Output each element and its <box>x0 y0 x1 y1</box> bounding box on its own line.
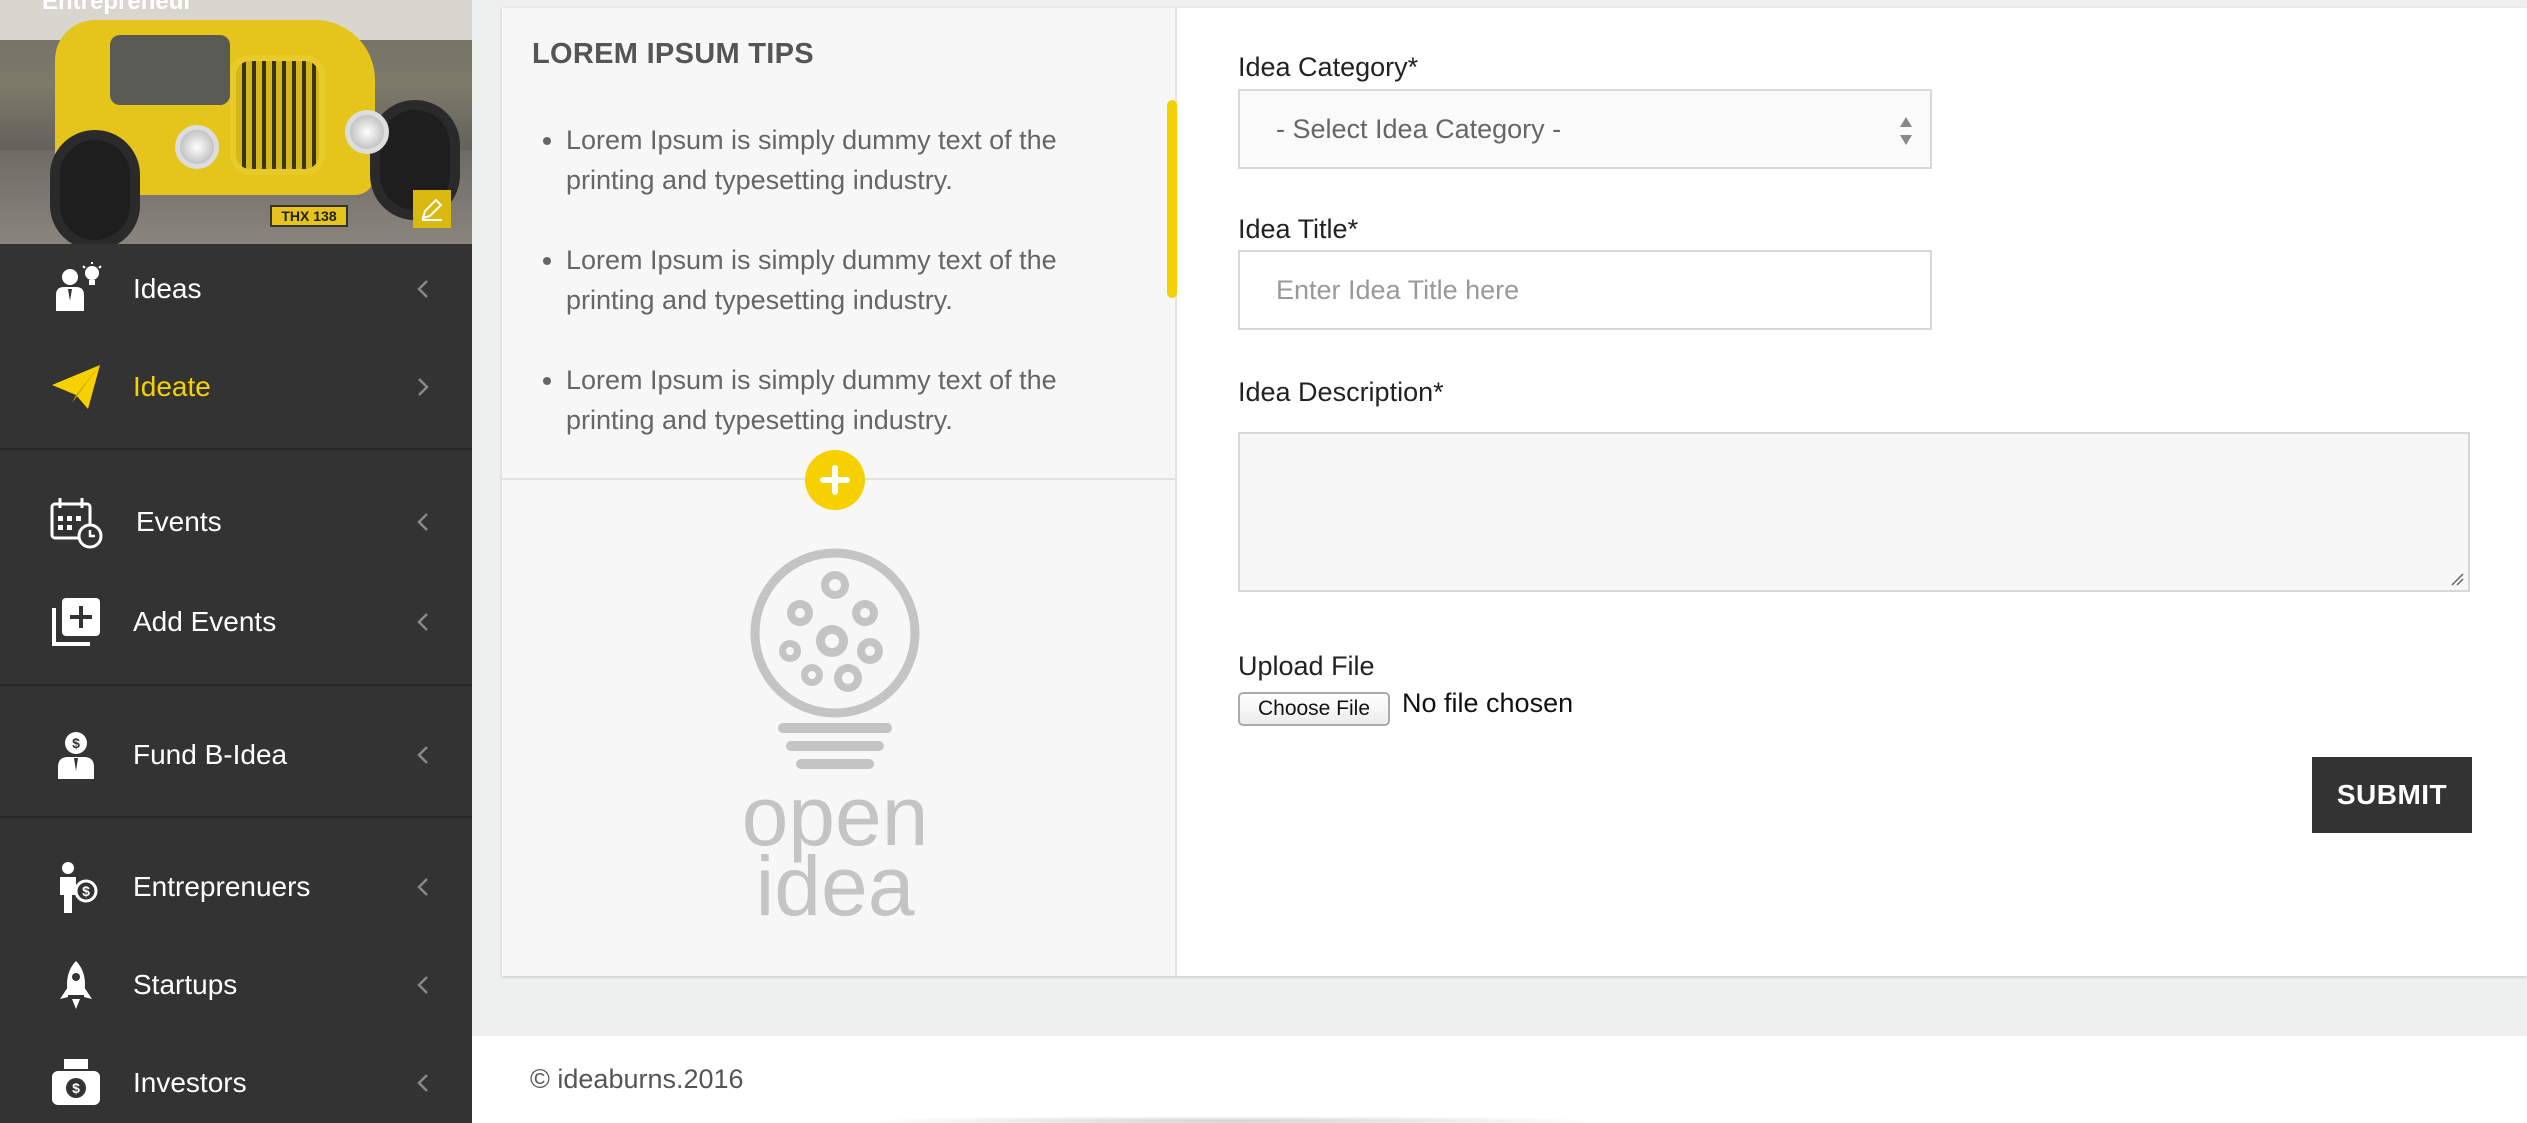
calendar-clock-icon <box>48 494 104 550</box>
submit-button[interactable]: SUBMIT <box>2312 757 2472 833</box>
sidebar-item-investors[interactable]: $ Investors <box>0 1038 472 1123</box>
svg-text:$: $ <box>72 1080 80 1096</box>
tip-item: Lorem Ipsum is simply dummy text of the … <box>566 120 1126 200</box>
svg-text:$: $ <box>72 735 80 751</box>
chevron-left-icon <box>417 1074 428 1092</box>
nav-divider <box>0 684 472 686</box>
sidebar-item-label: Ideate <box>133 371 211 402</box>
cash-register-icon: $ <box>48 1055 104 1111</box>
person-dollar-icon: $ <box>48 859 104 915</box>
add-square-icon <box>48 594 104 650</box>
chevron-left-icon <box>417 280 428 298</box>
tips-panel: LOREM IPSUM TIPS Lorem Ipsum is simply d… <box>502 8 1177 976</box>
file-status-text: No file chosen <box>1402 688 1574 718</box>
sidebar-item-label: Fund B-Idea <box>133 739 288 770</box>
idea-title-placeholder: Enter Idea Title here <box>1276 274 1520 305</box>
profile-caption: Entrepreneur <box>42 0 193 15</box>
tips-title: LOREM IPSUM TIPS <box>532 38 814 70</box>
chevron-left-icon <box>417 746 428 764</box>
idea-title-input[interactable]: Enter Idea Title here <box>1238 250 1932 330</box>
idea-category-select[interactable]: - Select Idea Category - <box>1238 89 1932 169</box>
tips-scrollbar[interactable] <box>1167 100 1177 298</box>
footer-copyright: © ideaburns.2016 <box>530 1064 744 1094</box>
sidebar-item-entreprenuers[interactable]: $ Entreprenuers <box>0 842 472 932</box>
nav-divider <box>0 448 472 450</box>
tip-item: Lorem Ipsum is simply dummy text of the … <box>566 240 1126 320</box>
footer: © ideaburns.2016 <box>472 1036 2527 1123</box>
svg-text:$: $ <box>82 883 90 899</box>
sidebar-item-label: Events <box>136 506 222 537</box>
sidebar-item-events[interactable]: Events <box>0 477 472 567</box>
profile-cover-photo: THX 138 Entrepreneur <box>0 0 472 244</box>
sidebar-item-fund-b-idea[interactable]: $ Fund B-Idea <box>0 710 472 800</box>
idea-category-value: - Select Idea Category - <box>1276 113 1562 144</box>
fund-person-dollar-icon: $ <box>48 727 104 783</box>
sidebar-item-add-events[interactable]: Add Events <box>0 577 472 667</box>
sidebar-item-ideas[interactable]: Ideas <box>0 244 472 334</box>
idea-description-textarea[interactable] <box>1238 432 2470 592</box>
chevron-left-icon <box>417 976 428 994</box>
chevron-right-icon <box>418 378 429 396</box>
sidebar-item-label: Investors <box>133 1067 247 1098</box>
rocket-icon <box>48 957 104 1013</box>
add-plus-icon[interactable] <box>805 450 865 510</box>
idea-title-label: Idea Title* <box>1238 214 1359 244</box>
sidebar-item-label: Startups <box>133 969 238 1000</box>
chevron-left-icon <box>417 613 428 631</box>
nav-divider <box>0 816 472 818</box>
idea-description-label: Idea Description* <box>1238 377 1444 407</box>
tip-item: Lorem Ipsum is simply dummy text of the … <box>566 360 1126 440</box>
select-arrows-icon <box>1900 117 1912 145</box>
paper-plane-icon <box>48 359 104 415</box>
license-plate: THX 138 <box>270 205 348 227</box>
ideas-person-bulb-icon <box>48 261 104 317</box>
idea-category-label: Idea Category* <box>1238 52 1419 82</box>
tips-list: Lorem Ipsum is simply dummy text of the … <box>566 120 1126 480</box>
sidebar-item-label: Ideas <box>133 273 202 304</box>
choose-file-button[interactable]: Choose File <box>1238 692 1390 726</box>
sidebar-item-label: Add Events <box>133 606 277 637</box>
chevron-left-icon <box>417 513 428 531</box>
upload-file-label: Upload File <box>1238 651 1375 681</box>
submit-idea-card: LOREM IPSUM TIPS Lorem Ipsum is simply d… <box>502 8 2527 976</box>
chevron-left-icon <box>417 878 428 896</box>
sidebar: THX 138 Entrepreneur Ideas Ideate Events <box>0 0 472 1123</box>
resize-grip-icon[interactable] <box>2450 572 2464 586</box>
edit-pencil-icon[interactable] <box>413 190 451 228</box>
open-idea-logo: open idea <box>742 548 928 923</box>
logo-text-idea: idea <box>756 839 915 923</box>
sidebar-item-ideate[interactable]: Ideate <box>0 342 472 432</box>
sidebar-item-startups[interactable]: Startups <box>0 940 472 1030</box>
sidebar-item-label: Entreprenuers <box>133 871 311 902</box>
footer-shadow <box>852 1116 1612 1123</box>
